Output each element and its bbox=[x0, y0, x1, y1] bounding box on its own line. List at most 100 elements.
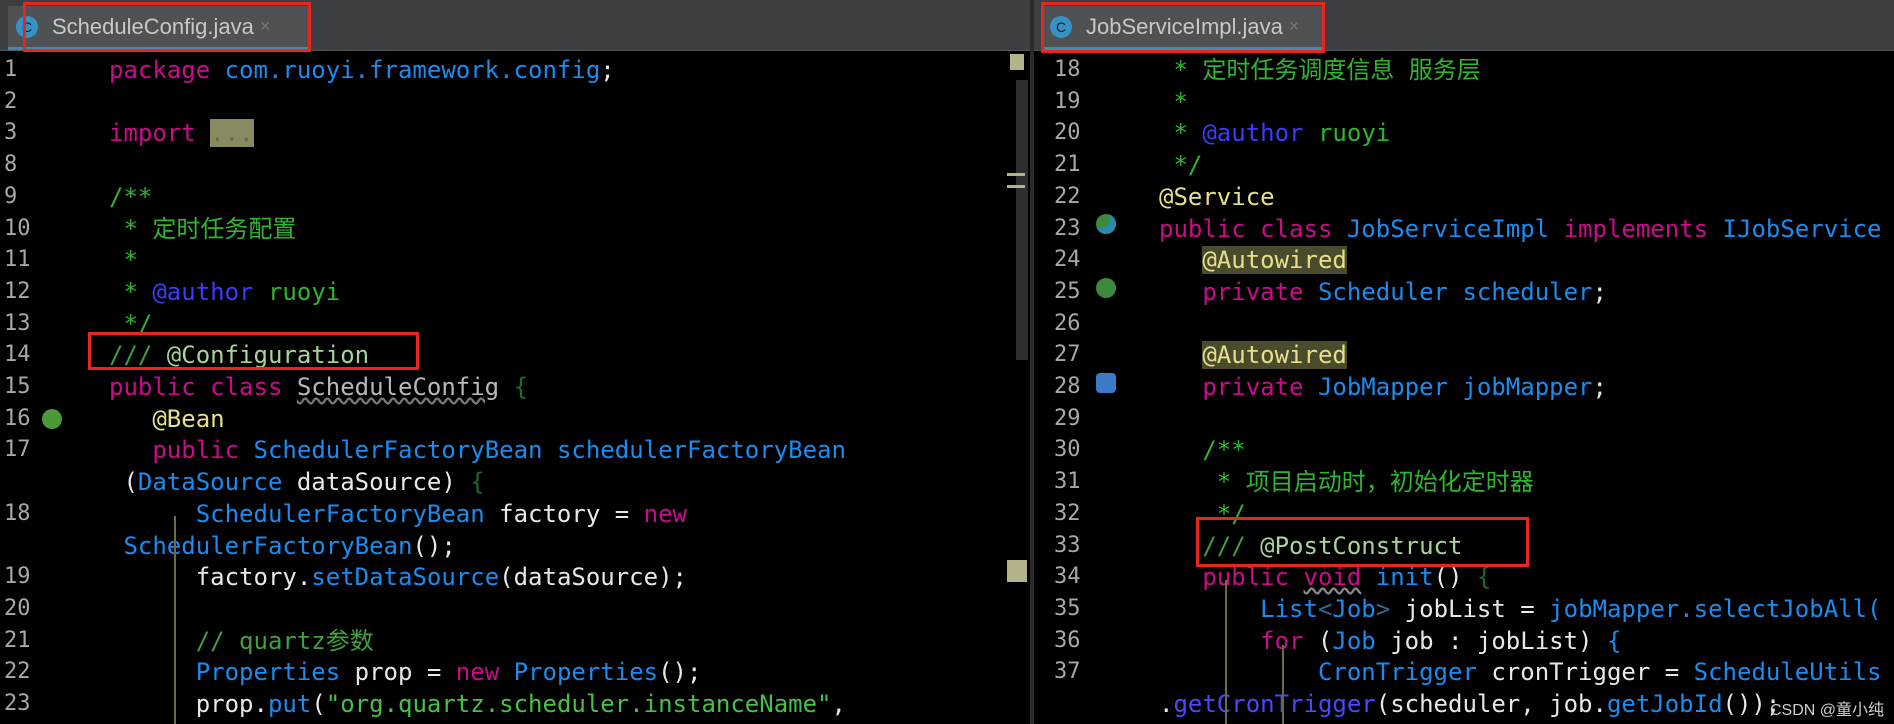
code-text: package com.ruoyi.framework.config; bbox=[109, 54, 615, 86]
code-line[interactable]: 25 private Scheduler scheduler; bbox=[1034, 276, 1894, 308]
code-text: */ bbox=[1159, 149, 1202, 181]
line-number[interactable]: 22 bbox=[4, 656, 31, 688]
line-number[interactable]: 20 bbox=[1054, 117, 1081, 149]
line-number[interactable]: 23 bbox=[1054, 213, 1081, 245]
line-number[interactable]: 23 bbox=[4, 688, 31, 720]
code-token: @Autowired bbox=[1202, 341, 1347, 370]
line-number[interactable]: 28 bbox=[1054, 371, 1081, 403]
line-number[interactable]: 17 bbox=[4, 434, 31, 466]
code-text: // quartz参数 bbox=[109, 625, 374, 657]
code-line[interactable]: 17 public SchedulerFactoryBean scheduler… bbox=[0, 434, 1030, 466]
code-line[interactable]: 23 prop.put("org.quartz.scheduler.instan… bbox=[0, 688, 1030, 720]
code-line[interactable]: 19 * bbox=[1034, 86, 1894, 118]
code-token: Job bbox=[1332, 626, 1376, 655]
line-number[interactable]: 29 bbox=[1054, 403, 1081, 435]
line-number[interactable]: 27 bbox=[1054, 339, 1081, 371]
code-line[interactable]: 10 * 定时任务配置 bbox=[0, 213, 1030, 245]
code-token: () bbox=[1433, 563, 1477, 592]
line-number[interactable]: 2 bbox=[4, 86, 17, 118]
code-line[interactable]: 9 /** bbox=[0, 181, 1030, 213]
code-token: , bbox=[831, 690, 846, 718]
code-token: * bbox=[109, 277, 153, 306]
code-line[interactable]: 22 @Service bbox=[1034, 181, 1894, 213]
line-number[interactable]: 1 bbox=[4, 54, 17, 86]
line-number[interactable]: 34 bbox=[1054, 561, 1081, 593]
code-line[interactable]: 8 bbox=[0, 149, 1030, 181]
code-line[interactable]: 3 import ... bbox=[0, 117, 1030, 149]
line-number[interactable]: 21 bbox=[4, 625, 31, 657]
code-line[interactable]: 23 public class JobServiceImpl implements… bbox=[1034, 213, 1894, 245]
line-number[interactable]: 8 bbox=[4, 149, 17, 181]
line-number[interactable]: 35 bbox=[1054, 593, 1081, 625]
line-number[interactable]: 31 bbox=[1054, 466, 1081, 498]
bean-gutter-icon[interactable] bbox=[42, 409, 62, 429]
line-number[interactable]: 18 bbox=[4, 498, 31, 530]
autowired-gutter-icon[interactable] bbox=[1096, 278, 1116, 298]
code-line[interactable]: 35 List<Job> jobList = jobMapper.selectJ… bbox=[1034, 593, 1894, 625]
code-line[interactable]: 24 @Autowired bbox=[1034, 244, 1894, 276]
code-line[interactable]: 21 */ bbox=[1034, 149, 1894, 181]
line-number[interactable]: 11 bbox=[4, 244, 31, 276]
code-line[interactable]: 21 // quartz参数 bbox=[0, 625, 1030, 657]
line-number[interactable]: 19 bbox=[1054, 86, 1081, 118]
code-line[interactable]: 22 Properties prop = new Properties(); bbox=[0, 656, 1030, 688]
code-line[interactable]: 29 bbox=[1034, 403, 1894, 435]
scroll-marker bbox=[1007, 185, 1025, 188]
line-number[interactable]: 14 bbox=[4, 339, 31, 371]
line-number[interactable]: 33 bbox=[1054, 530, 1081, 562]
code-line[interactable]: SchedulerFactoryBean(); bbox=[0, 530, 1030, 562]
line-number[interactable]: 32 bbox=[1054, 498, 1081, 530]
code-line[interactable]: 15 public class ScheduleConfig { bbox=[0, 371, 1030, 403]
code-line[interactable]: 31 * 项目启动时，初始化定时器 bbox=[1034, 466, 1894, 498]
code-line[interactable]: 12 * @author ruoyi bbox=[0, 276, 1030, 308]
code-line[interactable]: 19 factory.setDataSource(dataSource); bbox=[0, 561, 1030, 593]
code-line[interactable]: 18 SchedulerFactoryBean factory = new bbox=[0, 498, 1030, 530]
code-token: DataSource bbox=[137, 468, 283, 497]
code-text: for (Job job : jobList) { bbox=[1159, 625, 1621, 657]
implements-gutter-icon[interactable] bbox=[1096, 214, 1116, 234]
code-line[interactable]: 27 @Autowired bbox=[1034, 339, 1894, 371]
code-line[interactable]: (DataSource dataSource) { bbox=[0, 466, 1030, 498]
line-number[interactable]: 30 bbox=[1054, 434, 1081, 466]
indent-guide bbox=[1282, 645, 1284, 724]
code-token: new bbox=[455, 658, 514, 687]
line-number[interactable]: 9 bbox=[4, 181, 17, 213]
line-number[interactable]: 37 bbox=[1054, 656, 1081, 688]
code-text: private JobMapper jobMapper; bbox=[1159, 371, 1607, 403]
code-line[interactable]: 1 package com.ruoyi.framework.config; bbox=[0, 54, 1030, 86]
code-token: { bbox=[470, 468, 485, 497]
line-number[interactable]: 20 bbox=[4, 593, 31, 625]
code-line[interactable]: 20 * @author ruoyi bbox=[1034, 117, 1894, 149]
line-number[interactable]: 24 bbox=[1054, 244, 1081, 276]
line-number[interactable]: 36 bbox=[1054, 625, 1081, 657]
code-line[interactable]: 37 CronTrigger cronTrigger = ScheduleUti… bbox=[1034, 656, 1894, 688]
code-line[interactable]: 18 * 定时任务调度信息 服务层 bbox=[1034, 54, 1894, 86]
line-number[interactable]: 22 bbox=[1054, 181, 1081, 213]
code-token: < bbox=[1317, 594, 1333, 623]
code-line[interactable]: 2 bbox=[0, 86, 1030, 118]
code-line[interactable]: 36 for (Job job : jobList) { bbox=[1034, 625, 1894, 657]
line-number[interactable]: 25 bbox=[1054, 276, 1081, 308]
code-line[interactable]: 16 @Bean bbox=[0, 403, 1030, 435]
code-line[interactable]: 28 private JobMapper jobMapper; bbox=[1034, 371, 1894, 403]
scrollbar[interactable] bbox=[1016, 80, 1028, 360]
code-token: IJobService bbox=[1722, 214, 1882, 243]
line-number[interactable]: 10 bbox=[4, 213, 31, 245]
line-number[interactable]: 26 bbox=[1054, 308, 1081, 340]
line-number[interactable]: 3 bbox=[4, 117, 17, 149]
line-number[interactable]: 21 bbox=[1054, 149, 1081, 181]
line-number[interactable]: 15 bbox=[4, 371, 31, 403]
line-number[interactable]: 12 bbox=[4, 276, 31, 308]
line-number[interactable]: 13 bbox=[4, 308, 31, 340]
code-token: jobMapper.selectJobAll( bbox=[1549, 594, 1882, 623]
code-token: import bbox=[109, 119, 211, 148]
line-number[interactable]: 18 bbox=[1054, 54, 1081, 86]
code-line[interactable]: .getCronTrigger(scheduler, job.getJobId(… bbox=[1034, 688, 1894, 720]
mapper-gutter-icon[interactable] bbox=[1096, 373, 1116, 393]
code-line[interactable]: 20 bbox=[0, 593, 1030, 625]
code-line[interactable]: 30 /** bbox=[1034, 434, 1894, 466]
code-line[interactable]: 26 bbox=[1034, 308, 1894, 340]
code-line[interactable]: 11 * bbox=[0, 244, 1030, 276]
line-number[interactable]: 16 bbox=[4, 403, 31, 435]
line-number[interactable]: 19 bbox=[4, 561, 31, 593]
